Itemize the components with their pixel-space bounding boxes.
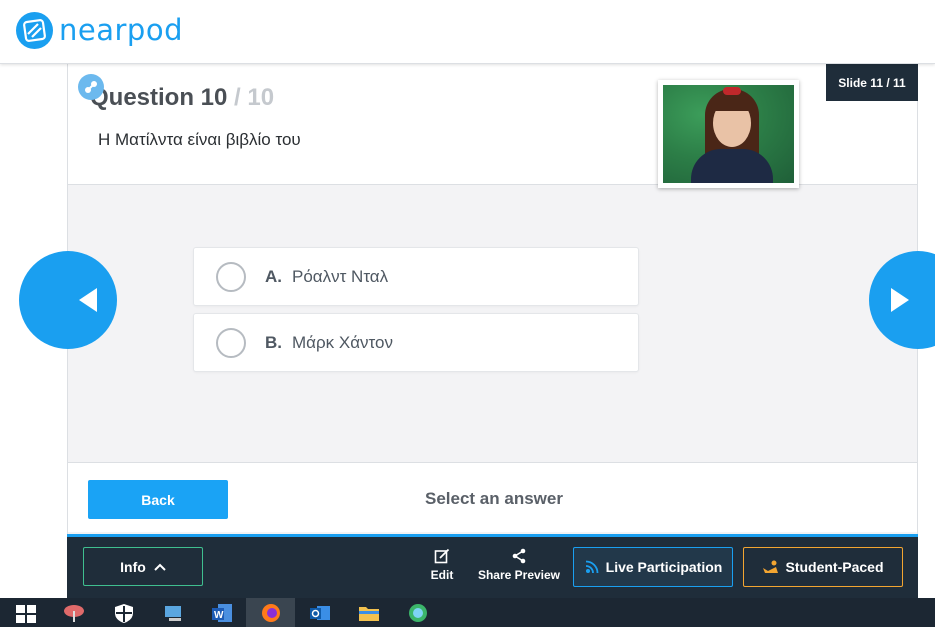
slide-counter: Slide 11 / 11	[826, 64, 918, 101]
svg-text:W: W	[214, 610, 224, 621]
word-icon[interactable]: W	[210, 602, 234, 624]
edit-icon	[434, 548, 450, 564]
previous-slide-button[interactable]	[19, 251, 117, 349]
slide-footer: Back Select an answer	[68, 462, 917, 532]
answer-list: A. Ρόαλντ Νταλ B. Μάρκ Χάντον	[193, 247, 639, 379]
file-explorer-icon[interactable]	[357, 602, 381, 624]
outlook-icon[interactable]	[308, 602, 332, 624]
info-label: Info	[120, 558, 146, 575]
arrow-left-icon	[79, 288, 97, 312]
edit-label: Edit	[430, 568, 454, 582]
student-paced-button[interactable]: Student-Paced	[743, 547, 903, 587]
app-icon[interactable]	[62, 602, 86, 624]
firefox-icon[interactable]	[259, 602, 283, 624]
share-preview-button[interactable]: Share Preview	[476, 548, 562, 582]
radio-button[interactable]	[216, 261, 246, 292]
question-image	[658, 80, 799, 188]
question-photo	[663, 85, 794, 183]
slide-container: Question 10 / 10 Η Ματίλντα είναι βιβλίο…	[67, 64, 918, 534]
answer-text: Ρόαλντ Νταλ	[292, 266, 389, 286]
back-button[interactable]: Back	[88, 480, 228, 519]
nearpod-logo[interactable]: nearpod	[16, 12, 183, 49]
answer-option-a[interactable]: A. Ρόαλντ Νταλ	[193, 247, 639, 306]
security-shield-icon[interactable]	[112, 602, 136, 624]
question-text: Η Ματίλντα είναι βιβλίο του	[98, 130, 301, 149]
answer-letter: A.	[265, 266, 282, 286]
nearpod-logo-icon	[16, 12, 53, 49]
question-type-icon	[78, 74, 104, 100]
computer-icon[interactable]	[162, 602, 186, 624]
live-label: Live Participation	[605, 559, 723, 575]
answer-text: Μάρκ Χάντον	[292, 332, 393, 352]
radio-button[interactable]	[216, 327, 246, 358]
left-margin	[0, 240, 19, 360]
windows-taskbar: W	[0, 598, 935, 627]
edit-button[interactable]: Edit	[427, 548, 457, 582]
answer-letter: B.	[265, 332, 282, 352]
select-answer-label: Select an answer	[425, 489, 563, 508]
share-icon	[512, 548, 526, 564]
paced-label: Student-Paced	[785, 559, 884, 575]
answer-option-b[interactable]: B. Μάρκ Χάντον	[193, 313, 639, 372]
chevron-up-icon	[154, 563, 166, 571]
app-header: nearpod	[0, 0, 935, 64]
question-total: / 10	[227, 84, 275, 111]
presenter-toolbar: Info Edit Share Preview Live Participati…	[67, 534, 918, 598]
student-icon	[763, 560, 779, 573]
arrow-right-icon	[891, 288, 909, 312]
question-title: Question 10 / 10	[90, 84, 275, 111]
live-participation-button[interactable]: Live Participation	[573, 547, 733, 587]
question-header: Question 10 / 10 Η Ματίλντα είναι βιβλίο…	[68, 64, 918, 188]
browser-icon[interactable]	[406, 602, 430, 624]
windows-start-icon[interactable]	[14, 602, 38, 624]
share-label: Share Preview	[477, 568, 561, 582]
logo-text: nearpod	[59, 13, 183, 47]
info-button[interactable]: Info	[83, 547, 203, 586]
broadcast-icon	[585, 560, 599, 574]
